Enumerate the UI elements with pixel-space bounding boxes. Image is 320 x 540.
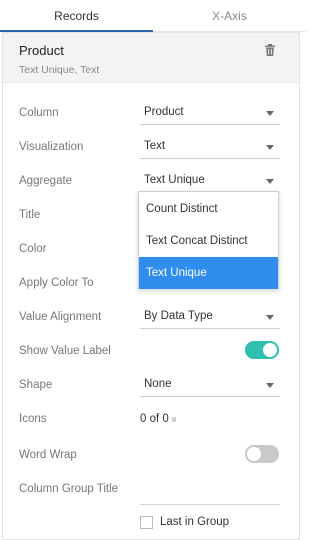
tab-x-axis[interactable]: X-Axis [153, 0, 306, 32]
double-chevron-down-icon: » [168, 416, 180, 423]
visualization-value: Text [144, 140, 166, 152]
column-group-title-input[interactable] [140, 479, 280, 505]
word-wrap-label: Word Wrap [19, 449, 77, 461]
last-in-group-checkbox[interactable] [140, 516, 153, 529]
toggle-knob [247, 447, 261, 461]
option-text-concat-distinct[interactable]: Text Concat Distinct [139, 225, 278, 257]
option-text-unique[interactable]: Text Unique [139, 257, 278, 289]
visualization-select[interactable]: Text [140, 133, 280, 159]
icons-count: 0 of 0 [140, 413, 169, 425]
chevron-down-icon [266, 145, 274, 150]
aggregate-dropdown: Count Distinct Text Concat Distinct Text… [138, 191, 279, 289]
chevron-down-icon [266, 315, 274, 320]
value-alignment-row: Value Alignment By Data Type [3, 303, 299, 333]
column-group-title-label: Column Group Title [19, 483, 119, 495]
shape-label: Shape [19, 379, 53, 391]
visualization-row: Visualization Text [3, 133, 299, 163]
tab-records[interactable]: Records [0, 0, 153, 32]
icons-row: Icons 0 of 0» [3, 405, 299, 435]
option-label: Text Unique [146, 267, 207, 279]
trash-icon[interactable] [263, 43, 277, 57]
visualization-label: Visualization [19, 141, 84, 153]
record-title: Product [19, 43, 64, 58]
apply-color-to-label: Apply Color To [19, 277, 94, 289]
value-alignment-label: Value Alignment [19, 311, 102, 323]
chevron-down-icon [266, 111, 274, 116]
toggle-knob [263, 343, 277, 357]
aggregate-value: Text Unique [144, 174, 205, 186]
option-label: Count Distinct [146, 203, 218, 215]
show-value-label-toggle[interactable] [245, 341, 279, 359]
value-alignment-value: By Data Type [144, 310, 213, 322]
aggregate-label: Aggregate [19, 175, 73, 187]
icons-label: Icons [19, 413, 47, 425]
shape-row: Shape None [3, 371, 299, 401]
shape-value: None [144, 378, 172, 390]
chevron-down-icon [266, 179, 274, 184]
option-count-distinct[interactable]: Count Distinct [139, 193, 278, 225]
tab-bar: Records X-Axis [0, 0, 306, 32]
record-subtitle: Text Unique, Text [19, 64, 100, 76]
word-wrap-toggle[interactable] [245, 445, 279, 463]
column-row: Column Product [3, 99, 299, 129]
word-wrap-row: Word Wrap [3, 441, 299, 471]
column-select[interactable]: Product [140, 99, 280, 125]
shape-select[interactable]: None [140, 371, 280, 397]
icons-selector[interactable]: 0 of 0» [140, 413, 180, 425]
column-label: Column [19, 107, 59, 119]
record-header: Product Text Unique, Text [3, 33, 299, 83]
column-value: Product [144, 106, 184, 118]
option-label: Text Concat Distinct [146, 235, 248, 247]
value-alignment-select[interactable]: By Data Type [140, 303, 280, 329]
aggregate-select[interactable]: Text Unique [140, 167, 280, 193]
show-value-label-row: Show Value Label [3, 337, 299, 367]
last-in-group-label: Last in Group [160, 516, 230, 528]
color-label: Color [19, 243, 47, 255]
chevron-down-icon [266, 383, 274, 388]
title-label: Title [19, 209, 41, 221]
show-value-label-label: Show Value Label [19, 345, 111, 357]
